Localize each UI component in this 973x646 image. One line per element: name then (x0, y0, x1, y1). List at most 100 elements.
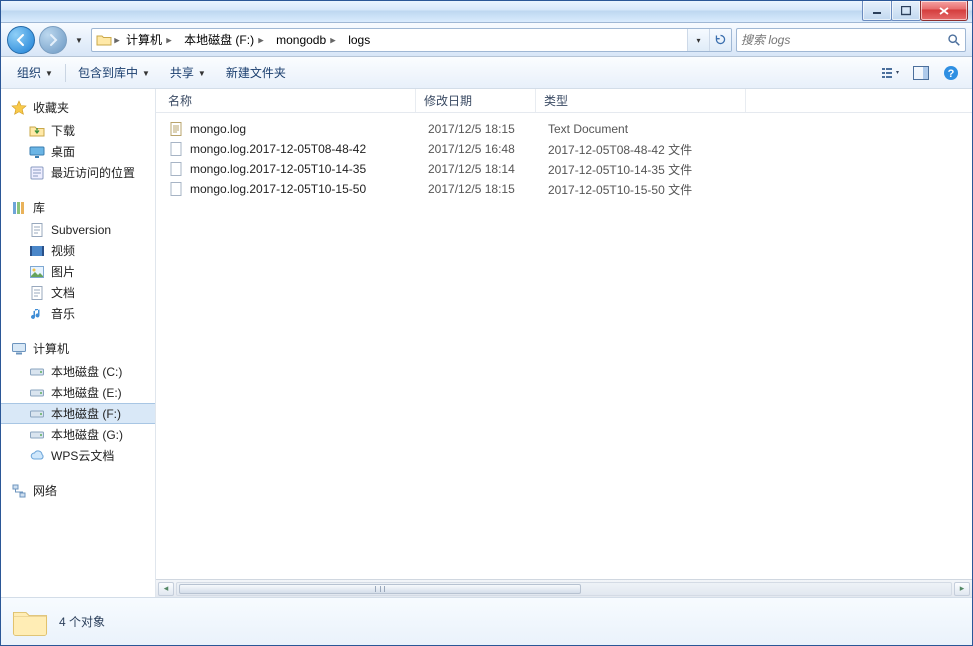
favorites-header[interactable]: 收藏夹 (1, 97, 155, 120)
sidebar-item-drive-c[interactable]: 本地磁盘 (C:) (1, 361, 155, 382)
file-row[interactable]: mongo.log.2017-12-05T10-15-502017/12/5 1… (160, 179, 968, 199)
file-icon (168, 161, 184, 177)
file-date-cell: 2017/12/5 18:14 (428, 162, 548, 176)
column-header-date[interactable]: 修改日期 (416, 89, 536, 112)
tree-label: 视频 (51, 242, 75, 259)
file-type-cell: 2017-12-05T10-15-50 文件 (548, 181, 758, 198)
desktop-icon (29, 144, 45, 160)
preview-pane-button[interactable] (908, 62, 934, 84)
drive-icon (29, 385, 45, 401)
sidebar-item-downloads[interactable]: 下载 (1, 120, 155, 141)
sidebar-item-desktop[interactable]: 桌面 (1, 141, 155, 162)
file-name-cell: mongo.log (168, 121, 428, 137)
organize-menu[interactable]: 组织▼ (9, 61, 61, 84)
breadcrumb-segment[interactable]: 本地磁盘 (F:)▸ (178, 29, 270, 51)
search-input[interactable] (741, 33, 943, 47)
sidebar-item-drive-g[interactable]: 本地磁盘 (G:) (1, 424, 155, 445)
search-icon (947, 33, 961, 47)
network-icon (11, 483, 27, 499)
horizontal-scrollbar[interactable]: ◂ ▸ (156, 579, 972, 597)
sidebar-item-drive-f[interactable]: 本地磁盘 (F:) (1, 403, 155, 424)
view-options-button[interactable] (878, 62, 904, 84)
scroll-thumb[interactable] (179, 584, 581, 594)
sidebar-item-documents[interactable]: 文档 (1, 282, 155, 303)
toolbar-label: 组织 (17, 64, 41, 81)
navigation-bar: ▼ ▸ 计算机▸ 本地磁盘 (F:)▸ mongodb▸ logs ▾ (1, 23, 972, 57)
folder-icon (94, 32, 114, 48)
breadcrumb[interactable]: ▸ 计算机▸ 本地磁盘 (F:)▸ mongodb▸ logs ▾ (91, 28, 732, 52)
breadcrumb-label: 本地磁盘 (F:) (184, 31, 254, 48)
computer-group: 计算机 本地磁盘 (C:) 本地磁盘 (E:) 本地磁盘 (F:) 本地磁盘 (… (1, 338, 155, 466)
sidebar-item-subversion[interactable]: Subversion (1, 220, 155, 240)
file-date-cell: 2017/12/5 16:48 (428, 142, 548, 156)
tree-label: 桌面 (51, 143, 75, 160)
file-icon (168, 121, 184, 137)
file-name: mongo.log.2017-12-05T10-14-35 (190, 162, 366, 176)
new-folder-button[interactable]: 新建文件夹 (218, 61, 294, 84)
video-icon (29, 243, 45, 259)
column-header-type[interactable]: 类型 (536, 89, 746, 112)
minimize-button[interactable] (862, 1, 892, 21)
explorer-body: 收藏夹 下载 桌面 最近访问的位置 库 Subversion 视频 图片 文档 … (1, 89, 972, 597)
column-header-name[interactable]: 名称 (156, 89, 416, 112)
sidebar-item-pictures[interactable]: 图片 (1, 261, 155, 282)
breadcrumb-segment[interactable]: 计算机▸ (120, 29, 178, 51)
network-header[interactable]: 网络 (1, 480, 155, 503)
file-list[interactable]: mongo.log2017/12/5 18:15Text Documentmon… (156, 113, 972, 579)
refresh-button[interactable] (709, 29, 731, 51)
file-row[interactable]: mongo.log2017/12/5 18:15Text Document (160, 119, 968, 139)
navigation-pane[interactable]: 收藏夹 下载 桌面 最近访问的位置 库 Subversion 视频 图片 文档 … (1, 89, 156, 597)
share-menu[interactable]: 共享▼ (162, 61, 214, 84)
pictures-icon (29, 264, 45, 280)
sidebar-item-wps-cloud[interactable]: WPS云文档 (1, 445, 155, 466)
computer-header[interactable]: 计算机 (1, 338, 155, 361)
sidebar-item-drive-e[interactable]: 本地磁盘 (E:) (1, 382, 155, 403)
breadcrumb-separator: ▸ (114, 33, 119, 46)
star-icon (11, 100, 27, 116)
scroll-left-button[interactable]: ◂ (158, 582, 174, 596)
libraries-group: 库 Subversion 视频 图片 文档 音乐 (1, 197, 155, 324)
file-row[interactable]: mongo.log.2017-12-05T10-14-35 2017/12/5 1… (160, 159, 968, 179)
search-box[interactable] (736, 28, 966, 52)
help-button[interactable]: ? (938, 62, 964, 84)
tree-label: 最近访问的位置 (51, 164, 135, 181)
tree-label: 库 (33, 199, 45, 216)
toolbar-label: 新建文件夹 (226, 64, 286, 81)
file-date-cell: 2017/12/5 18:15 (428, 122, 548, 136)
file-name-cell: mongo.log.2017-12-05T10-14-35 (168, 161, 428, 177)
computer-icon (11, 341, 27, 357)
toolbar-label: 包含到库中 (78, 64, 138, 81)
sidebar-item-music[interactable]: 音乐 (1, 303, 155, 324)
tree-label: 计算机 (33, 340, 69, 357)
file-row[interactable]: mongo.log.2017-12-05T08-48-422017/12/5 1… (160, 139, 968, 159)
breadcrumb-label: 计算机 (126, 31, 162, 48)
file-date-cell: 2017/12/5 18:15 (428, 182, 548, 196)
breadcrumb-segment[interactable]: mongodb▸ (270, 29, 342, 51)
explorer-window: ▼ ▸ 计算机▸ 本地磁盘 (F:)▸ mongodb▸ logs ▾ (0, 0, 973, 646)
file-name-cell: mongo.log.2017-12-05T08-48-42 (168, 141, 428, 157)
file-type-cell: Text Document (548, 122, 758, 136)
tree-label: 音乐 (51, 305, 75, 322)
command-bar: 组织▼ 包含到库中▼ 共享▼ 新建文件夹 ? (1, 57, 972, 89)
maximize-button[interactable] (891, 1, 921, 21)
scroll-right-button[interactable]: ▸ (954, 582, 970, 596)
breadcrumb-segment[interactable]: logs (342, 29, 376, 51)
forward-button[interactable] (39, 26, 67, 54)
breadcrumb-dropdown[interactable]: ▾ (687, 29, 709, 51)
breadcrumb-label: logs (348, 33, 370, 47)
drive-icon (29, 427, 45, 443)
tree-label: 本地磁盘 (F:) (51, 405, 121, 422)
include-in-library-menu[interactable]: 包含到库中▼ (70, 61, 158, 84)
tree-label: 下载 (51, 122, 75, 139)
file-list-pane: 名称 修改日期 类型 mongo.log2017/12/5 18:15Text … (156, 89, 972, 597)
tree-label: 本地磁盘 (E:) (51, 384, 122, 401)
close-button[interactable] (920, 1, 968, 21)
tree-label: 文档 (51, 284, 75, 301)
scroll-track[interactable] (176, 582, 952, 596)
file-type-cell: 2017-12-05T10-14-35 文件 (548, 161, 758, 178)
back-button[interactable] (7, 26, 35, 54)
history-dropdown[interactable]: ▼ (71, 28, 87, 52)
libraries-header[interactable]: 库 (1, 197, 155, 220)
sidebar-item-recent[interactable]: 最近访问的位置 (1, 162, 155, 183)
sidebar-item-videos[interactable]: 视频 (1, 240, 155, 261)
